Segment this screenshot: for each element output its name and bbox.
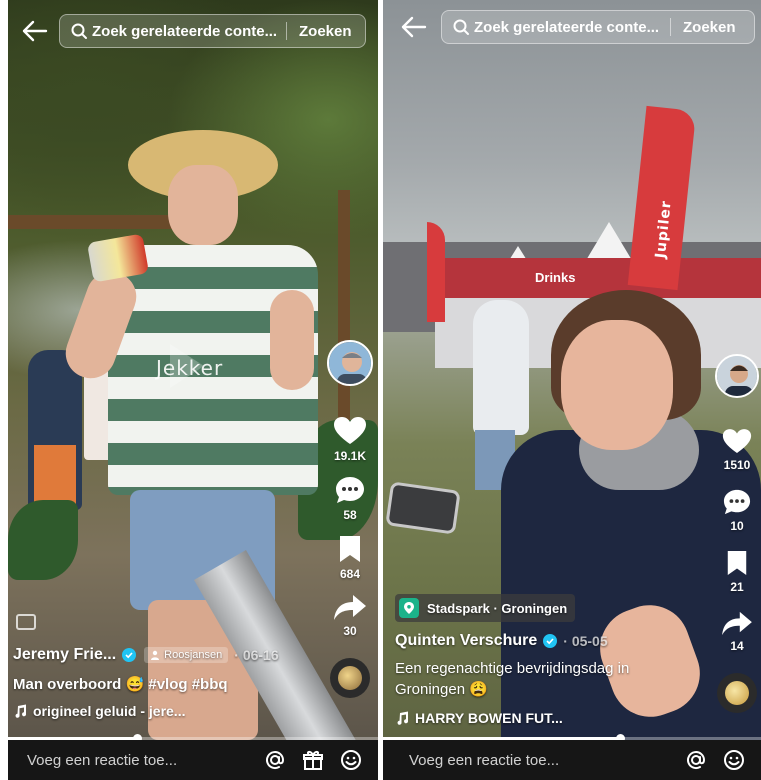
tagged-user-name: Roosjansen [164,649,223,661]
music-title: HARRY BOWEN FUT... [415,710,563,726]
search-divider [670,18,671,36]
music-disc-icon[interactable] [330,658,370,698]
feather-flag [427,222,445,322]
gift-icon[interactable] [302,749,324,771]
video-frame[interactable]: Jekker [8,0,378,740]
like-count: 1510 [723,458,751,472]
location-name: Stadspark · Groningen [427,600,568,616]
search-input[interactable]: Zoek gerelateerde conte... [92,23,282,40]
music-row[interactable]: origineel geluid - jere... [13,703,333,719]
mention-icon[interactable] [264,749,286,771]
post-description-line: Groningen 😩 [395,681,488,698]
save-count: 21 [730,580,744,594]
heart-icon [722,429,752,453]
action-rail: 19.1K 58 684 30 [327,340,373,698]
action-rail: 1510 10 21 14 [715,354,759,713]
location-chip[interactable]: Stadspark · Groningen [395,594,576,622]
comment-count: 58 [343,508,357,522]
music-note-icon [397,711,409,725]
tagged-user-chip[interactable]: Roosjansen [144,647,229,663]
emoji-icon[interactable] [723,749,745,771]
bookmark-icon [340,536,360,562]
comment-bar: Voeg een reactie toe... [8,740,378,780]
search-bar[interactable]: Zoek gerelateerde conte... Zoeken [441,10,755,44]
back-arrow-icon[interactable] [401,16,427,38]
post-description-line: Een regenachtige bevrijdingsdag in [395,660,630,677]
share-action[interactable]: 30 [333,593,367,638]
verified-badge-icon [122,648,137,662]
comment-icon [723,489,751,515]
person-arm [270,290,314,390]
heart-icon [334,417,366,444]
video-panel-right[interactable]: Drinks Jupiler Zoek gerelateerde conte..… [383,0,761,780]
save-count: 684 [339,567,361,581]
save-action[interactable]: 21 [725,549,749,594]
search-input[interactable]: Zoek gerelateerde conte... [474,19,666,36]
verified-badge-icon [543,634,558,648]
music-disc-icon[interactable] [717,673,757,713]
emoji-icon[interactable] [340,749,362,771]
video-panel-left[interactable]: Jekker Zoek gerelateerde conte... Zoeken… [8,0,378,780]
person-raincoat [473,300,529,435]
back-arrow-icon[interactable] [22,20,48,42]
comment-bar: Voeg een reactie toe... [383,740,761,780]
user-icon [151,650,160,660]
author-name[interactable]: Quinten Verschure [395,632,537,650]
post-caption: Jeremy Frie... Roosjansen · 06-16 Man ov… [13,646,333,719]
post-caption: Stadspark · Groningen Quinten Verschure … [395,594,715,726]
post-description[interactable]: Een regenachtige bevrijdingsdag in Groni… [395,658,715,700]
search-bar[interactable]: Zoek gerelateerde conte... Zoeken [59,14,366,48]
person-head [168,165,238,245]
captions-icon[interactable] [16,614,36,630]
comment-icon [336,477,364,503]
background-person-shorts [34,445,76,505]
author-row: Quinten Verschure · 05-05 [395,632,715,650]
author-row: Jeremy Frie... Roosjansen · 06-16 [13,646,333,664]
share-count: 14 [730,639,744,653]
comment-action[interactable]: 10 [722,488,752,533]
comment-input[interactable]: Voeg een reactie toe... [409,752,685,769]
search-icon [453,19,469,35]
like-action[interactable]: 1510 [722,428,752,472]
share-icon [722,611,752,636]
bookmark-icon [727,551,747,575]
like-action[interactable]: 19.1K [333,416,367,463]
search-icon [71,23,87,39]
music-disc-cover [725,681,749,705]
search-divider [286,22,287,40]
post-description[interactable]: Man overboord 😅 #vlog #bbq [13,674,333,695]
comment-count: 10 [730,519,744,533]
share-action[interactable]: 14 [721,610,753,653]
post-date: · 06-16 [234,647,279,663]
person-face [561,320,673,450]
creator-avatar[interactable] [715,354,759,398]
like-count: 19.1K [333,449,367,463]
music-row[interactable]: HARRY BOWEN FUT... [395,710,715,726]
share-icon [334,595,366,620]
phone-in-hand [385,481,461,535]
comment-action[interactable]: 58 [334,475,366,522]
music-note-icon [15,704,27,718]
post-date: · 05-05 [563,633,608,649]
banner-text: Drinks [535,270,576,285]
mention-icon[interactable] [685,749,707,771]
music-disc-cover [338,666,362,690]
music-title: origineel geluid - jere... [33,703,186,719]
creator-avatar[interactable] [327,340,373,386]
location-pin-icon [399,598,419,618]
share-count: 30 [343,624,357,638]
search-button[interactable]: Zoeken [299,23,352,40]
comment-input[interactable]: Voeg een reactie toe... [27,752,264,769]
flag-text: Jupiler [652,199,675,260]
save-action[interactable]: 684 [337,534,363,581]
drinks-banner: Drinks [435,258,761,298]
plant [8,500,78,580]
search-button[interactable]: Zoeken [683,19,736,36]
video-watermark: Jekker [156,356,224,380]
author-name[interactable]: Jeremy Frie... [13,646,116,664]
